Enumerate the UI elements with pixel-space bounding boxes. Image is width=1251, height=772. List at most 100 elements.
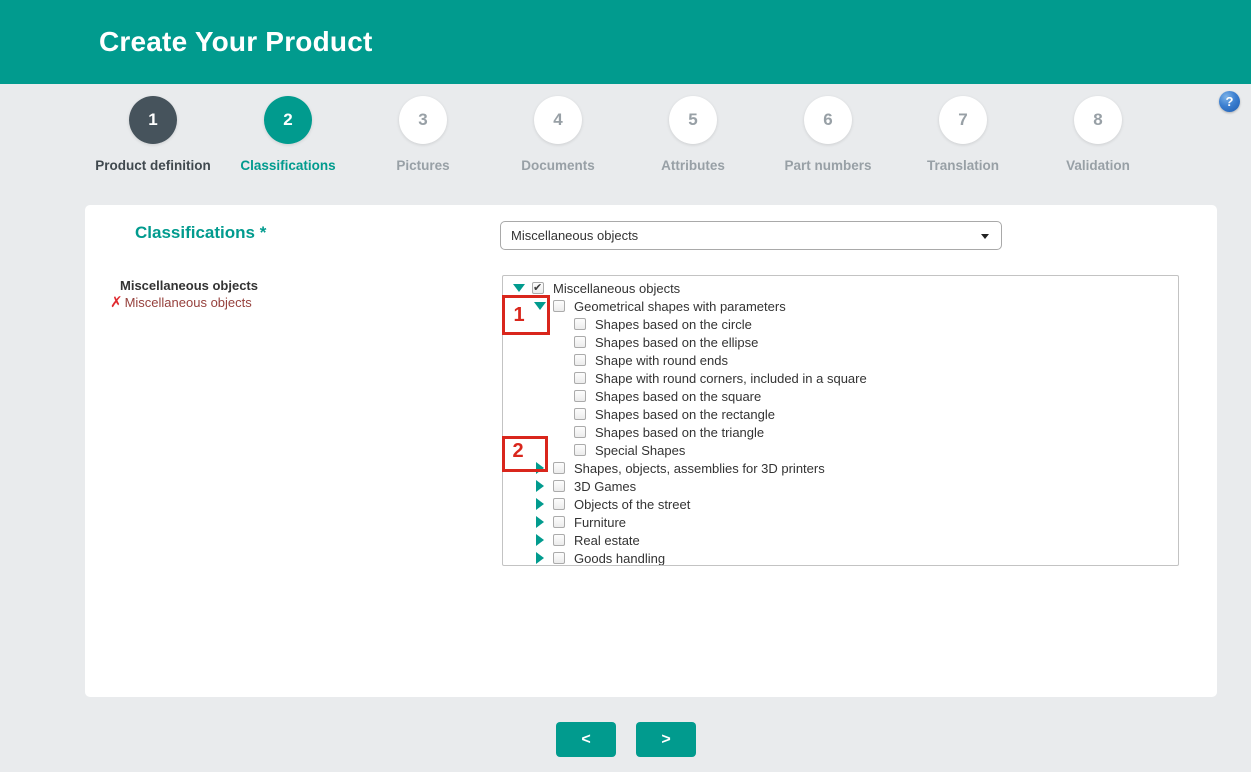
- tree-toggle-icon[interactable]: [534, 552, 546, 564]
- tree-toggle-icon[interactable]: [534, 516, 546, 528]
- step-label: Product definition: [88, 158, 218, 173]
- remove-classification-icon[interactable]: ✗: [110, 296, 123, 309]
- tree-node-label: Shapes based on the rectangle: [595, 407, 775, 422]
- tree-checkbox[interactable]: [574, 408, 586, 420]
- stepper-step-attributes[interactable]: 5 Attributes: [628, 96, 758, 173]
- stepper-step-product-definition[interactable]: 1 Product definition: [88, 96, 218, 173]
- tree-checkbox[interactable]: [553, 462, 565, 474]
- tree-checkbox[interactable]: [553, 498, 565, 510]
- previous-step-button[interactable]: <: [556, 722, 616, 757]
- tree-row[interactable]: 3D Games: [503, 477, 1178, 495]
- tree-toggle-icon[interactable]: [534, 498, 546, 510]
- tree-node-label: Shapes based on the ellipse: [595, 335, 758, 350]
- tree-toggle-icon: [555, 336, 567, 348]
- tree-node-label: 3D Games: [574, 479, 636, 494]
- stepper-step-validation[interactable]: 8 Validation: [1033, 96, 1163, 173]
- step-label: Validation: [1033, 158, 1163, 173]
- stepper-step-documents[interactable]: 4 Documents: [493, 96, 623, 173]
- section-title: Classifications *: [135, 223, 266, 243]
- tree-row[interactable]: Shape with round ends: [503, 351, 1178, 369]
- classification-select-value: Miscellaneous objects: [511, 228, 638, 243]
- tree-toggle-icon[interactable]: [534, 300, 546, 312]
- tree-node-label: Goods handling: [574, 551, 665, 566]
- tree-node-label: Shapes, objects, assemblies for 3D print…: [574, 461, 825, 476]
- tree-row[interactable]: Shapes based on the rectangle: [503, 405, 1178, 423]
- tree-checkbox[interactable]: [553, 300, 565, 312]
- tree-row[interactable]: Geometrical shapes with parameters: [503, 297, 1178, 315]
- step-label: Translation: [898, 158, 1028, 173]
- tree-row[interactable]: Shapes based on the ellipse: [503, 333, 1178, 351]
- tree-collapsed-arrow-icon: [536, 552, 544, 564]
- stepper-step-translation[interactable]: 7 Translation: [898, 96, 1028, 173]
- stepper-step-part-numbers[interactable]: 6 Part numbers: [763, 96, 893, 173]
- tree-toggle-icon[interactable]: [534, 534, 546, 546]
- tree-node-label: Shapes based on the square: [595, 389, 761, 404]
- next-step-button[interactable]: >: [636, 722, 696, 757]
- step-number-badge[interactable]: 2: [264, 96, 312, 144]
- tree-expanded-arrow-icon: [513, 284, 525, 292]
- step-number-badge[interactable]: 8: [1074, 96, 1122, 144]
- tree-row[interactable]: Shapes, objects, assemblies for 3D print…: [503, 459, 1178, 477]
- step-label: Documents: [493, 158, 623, 173]
- page-title: Create Your Product: [99, 26, 373, 58]
- step-number-badge[interactable]: 5: [669, 96, 717, 144]
- tree-row[interactable]: Special Shapes: [503, 441, 1178, 459]
- tree-toggle-icon: [555, 354, 567, 366]
- tree-toggle-icon[interactable]: [513, 282, 525, 294]
- tree-checkbox[interactable]: [574, 390, 586, 402]
- tree-toggle-icon[interactable]: [534, 462, 546, 474]
- selected-classification-label: Miscellaneous objects: [125, 295, 252, 310]
- classification-tree: Miscellaneous objects Geometrical shapes…: [502, 275, 1179, 566]
- tree-node-label: Geometrical shapes with parameters: [574, 299, 786, 314]
- tree-row[interactable]: Shape with round corners, included in a …: [503, 369, 1178, 387]
- tree-row[interactable]: Miscellaneous objects: [503, 279, 1178, 297]
- tree-toggle-icon[interactable]: [534, 480, 546, 492]
- tree-toggle-icon: [555, 426, 567, 438]
- tree-checkbox[interactable]: [553, 552, 565, 564]
- tree-row[interactable]: Shapes based on the circle: [503, 315, 1178, 333]
- step-number-badge[interactable]: 4: [534, 96, 582, 144]
- tree-node-label: Miscellaneous objects: [553, 281, 680, 296]
- tree-node-label: Furniture: [574, 515, 626, 530]
- select-dropdown-arrow-icon: [981, 234, 989, 239]
- tree-node-label: Objects of the street: [574, 497, 690, 512]
- create-product-page: Create Your Product ? 1 Product definiti…: [0, 0, 1251, 772]
- stepper-step-pictures[interactable]: 3 Pictures: [358, 96, 488, 173]
- tree-row[interactable]: Real estate: [503, 531, 1178, 549]
- tree-checkbox[interactable]: [574, 372, 586, 384]
- stepper-step-classifications[interactable]: 2 Classifications: [223, 96, 353, 173]
- tree-row[interactable]: Objects of the street: [503, 495, 1178, 513]
- selected-classification-item[interactable]: ✗ Miscellaneous objects: [110, 295, 252, 310]
- tree-node-label: Shape with round corners, included in a …: [595, 371, 867, 386]
- tree-checkbox[interactable]: [553, 534, 565, 546]
- tree-checkbox[interactable]: [574, 318, 586, 330]
- tree-collapsed-arrow-icon: [536, 462, 544, 474]
- tree-checkbox[interactable]: [574, 444, 586, 456]
- tree-collapsed-arrow-icon: [536, 534, 544, 546]
- tree-expanded-arrow-icon: [534, 302, 546, 310]
- step-number-badge[interactable]: 3: [399, 96, 447, 144]
- step-label: Classifications: [223, 158, 353, 173]
- tree-node-label: Shapes based on the circle: [595, 317, 752, 332]
- tree-checkbox[interactable]: [532, 282, 544, 294]
- tree-row[interactable]: Shapes based on the triangle: [503, 423, 1178, 441]
- tree-checkbox[interactable]: [553, 516, 565, 528]
- tree-row[interactable]: Goods handling: [503, 549, 1178, 566]
- classification-select[interactable]: Miscellaneous objects: [500, 221, 1002, 250]
- tree-row[interactable]: Furniture: [503, 513, 1178, 531]
- tree-checkbox[interactable]: [574, 336, 586, 348]
- tree-checkbox[interactable]: [574, 426, 586, 438]
- page-header: Create Your Product: [0, 0, 1251, 84]
- tree-checkbox[interactable]: [553, 480, 565, 492]
- step-label: Part numbers: [763, 158, 893, 173]
- step-label: Attributes: [628, 158, 758, 173]
- step-number-badge[interactable]: 1: [129, 96, 177, 144]
- tree-checkbox[interactable]: [574, 354, 586, 366]
- step-number-badge[interactable]: 7: [939, 96, 987, 144]
- tree-collapsed-arrow-icon: [536, 516, 544, 528]
- tree-toggle-icon: [555, 390, 567, 402]
- step-number-badge[interactable]: 6: [804, 96, 852, 144]
- tree-node-label: Shapes based on the triangle: [595, 425, 764, 440]
- tree-node-label: Special Shapes: [595, 443, 685, 458]
- tree-row[interactable]: Shapes based on the square: [503, 387, 1178, 405]
